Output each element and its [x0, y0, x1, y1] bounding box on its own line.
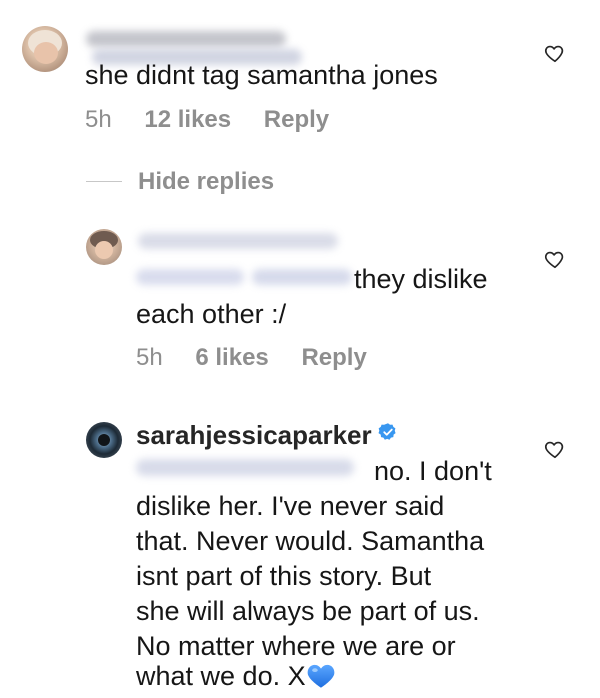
reply-text-line: that. Never would. Samantha — [136, 526, 485, 556]
reply-text-line: dislike her. I've never said — [136, 491, 445, 521]
blue-heart-emoji-icon — [307, 664, 334, 688]
comment-text: she didnt tag samantha jones — [85, 60, 438, 90]
avatar[interactable] — [22, 26, 68, 72]
reply-text-line-last: what we do. X — [136, 659, 335, 694]
comment-header: sarahjessicaparker — [136, 420, 398, 451]
heart-outline-icon[interactable] — [544, 438, 566, 460]
blurred-mention — [136, 459, 366, 483]
blurred-mention — [136, 268, 366, 290]
reply-button[interactable]: Reply — [301, 344, 366, 371]
reply-text-line: she will always be part of us. — [136, 596, 480, 626]
hide-replies-button[interactable]: Hide replies — [138, 168, 274, 196]
reply-text-line: isnt part of this story. But — [136, 561, 432, 591]
hide-replies-divider — [86, 181, 122, 182]
avatar[interactable] — [86, 229, 122, 265]
blurred-username — [86, 30, 506, 65]
heart-outline-icon[interactable] — [544, 42, 566, 64]
username[interactable]: sarahjessicaparker — [136, 420, 372, 450]
likes-count[interactable]: 6 likes — [195, 344, 268, 371]
blurred-username — [138, 232, 358, 256]
timestamp: 5h — [136, 344, 163, 371]
reply-text-line: no. I don't — [374, 456, 492, 486]
reply-text-line: they dislike — [354, 264, 488, 294]
reply-text-line: each other :/ — [136, 299, 287, 329]
timestamp: 5h — [85, 106, 112, 133]
likes-count[interactable]: 12 likes — [144, 106, 231, 133]
reply-text: what we do. X — [136, 661, 306, 691]
reply-meta: 5h 6 likes Reply — [136, 344, 393, 372]
heart-outline-icon[interactable] — [544, 248, 566, 270]
comment-meta: 5h 12 likes Reply — [85, 106, 355, 134]
verified-badge-icon — [378, 423, 396, 440]
avatar[interactable] — [86, 422, 122, 458]
reply-button[interactable]: Reply — [264, 106, 329, 133]
